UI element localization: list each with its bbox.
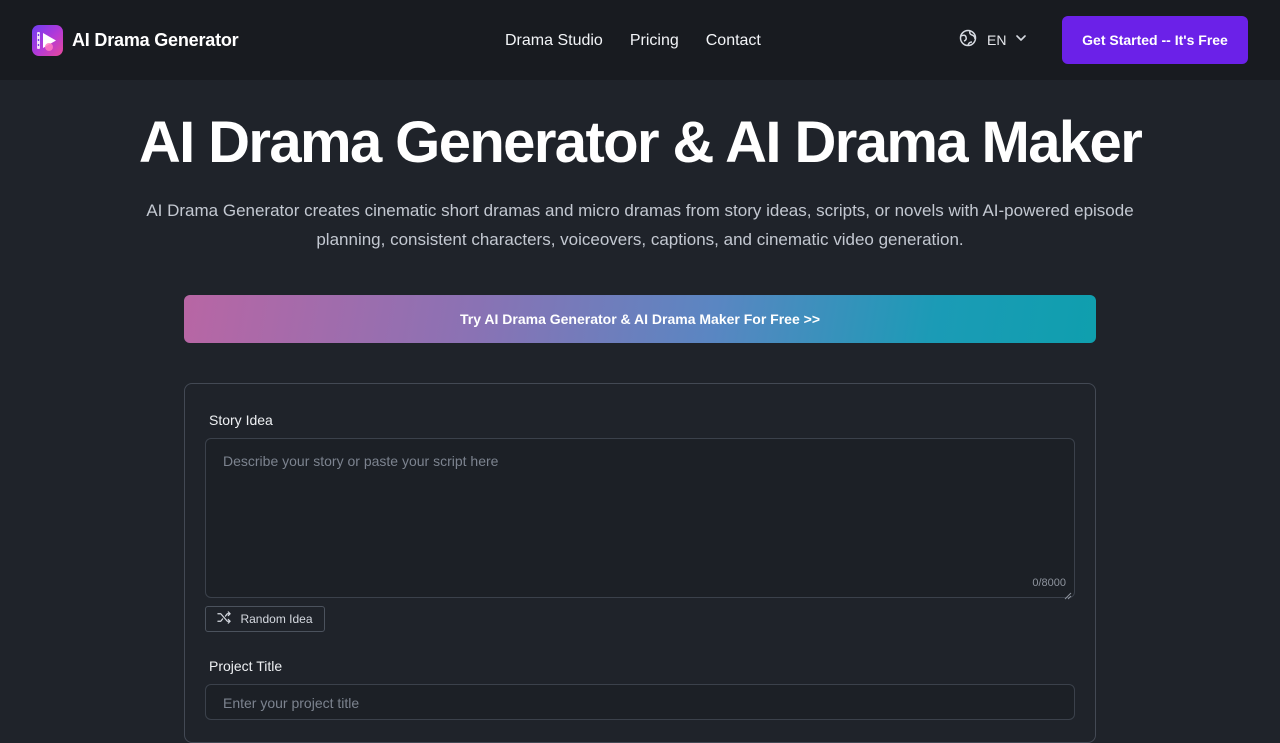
try-free-banner-button[interactable]: Try AI Drama Generator & AI Drama Maker … — [184, 295, 1096, 343]
film-play-icon — [32, 24, 63, 56]
char-counter: 0/8000 — [1032, 577, 1066, 589]
language-label: EN — [987, 32, 1007, 48]
story-idea-placeholder: Describe your story or paste your script… — [223, 453, 499, 469]
main-nav: Drama Studio Pricing Contact — [505, 30, 788, 52]
hero-title: AI Drama Generator & AI Drama Maker — [138, 110, 1143, 175]
language-selector[interactable]: EN — [958, 29, 1028, 51]
get-started-button[interactable]: Get Started -- It's Free — [1062, 16, 1248, 64]
hero-subtitle: AI Drama Generator creates cinematic sho… — [146, 201, 1134, 249]
random-idea-button[interactable]: Random Idea — [205, 606, 325, 632]
chevron-down-icon — [1014, 31, 1028, 50]
drama-form-card: Story Idea Describe your story or paste … — [184, 383, 1096, 743]
top-navbar: AI Drama Generator Drama Studio Pricing … — [0, 0, 1280, 80]
brand[interactable]: AI Drama Generator — [32, 24, 239, 56]
random-idea-label: Random Idea — [240, 612, 313, 626]
nav-drama-studio[interactable]: Drama Studio — [505, 32, 603, 50]
story-idea-textarea[interactable]: Describe your story or paste your script… — [205, 438, 1075, 600]
project-title-label: Project Title — [209, 658, 283, 674]
project-title-input[interactable]: Enter your project title — [205, 684, 1075, 720]
project-title-placeholder: Enter your project title — [223, 695, 360, 711]
story-idea-label: Story Idea — [209, 412, 273, 428]
globe-icon — [958, 28, 978, 53]
shuffle-icon — [217, 610, 232, 628]
brand-name: AI Drama Generator — [72, 29, 239, 50]
nav-contact[interactable]: Contact — [706, 32, 761, 50]
nav-pricing[interactable]: Pricing — [630, 32, 679, 50]
resize-handle-icon[interactable] — [1064, 587, 1072, 600]
